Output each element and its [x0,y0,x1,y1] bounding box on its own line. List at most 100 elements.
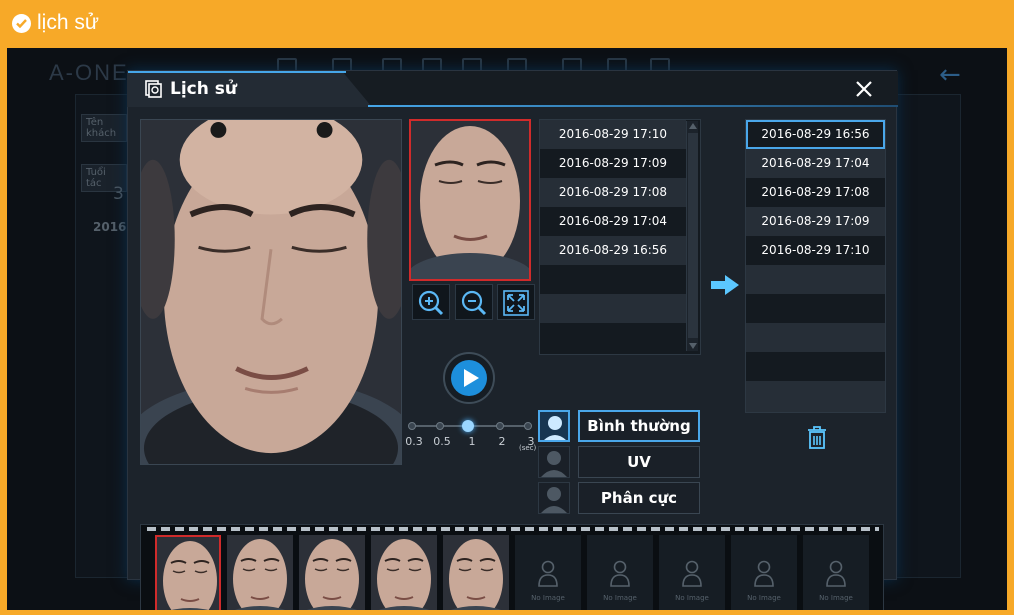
history-dialog: Lịch sử 0.3 0.5 1 2 3 (sec) 2016-08-29 1… [127,70,898,610]
speed-label: 0.3 [405,435,423,448]
zoom-in-icon [418,290,444,316]
list-item [746,381,885,412]
person-icon [541,487,567,513]
check-circle-icon [12,14,31,33]
play-icon [451,360,487,396]
app-logo: A-ONE [49,60,129,85]
list-item [746,323,885,352]
close-icon[interactable] [852,77,876,101]
speed-dot [408,422,416,430]
trash-icon[interactable] [806,426,828,450]
list-item [540,323,686,352]
filmstrip: No Image No Image No Image No Image No Image [140,524,884,610]
no-image-label: No Image [603,594,637,602]
speed-label: 1 [468,435,476,448]
speed-label: 0.5 [433,435,451,448]
frame-face-image [443,535,509,610]
speed-dot [524,422,532,430]
frame-face-image [371,535,437,610]
banner-title: lịch sử [37,11,99,34]
speed-label: 2 [498,435,506,448]
list-scrollbar[interactable] [686,121,698,351]
uv-mode-button[interactable]: UV [578,446,700,478]
age-value: 3 [113,184,124,204]
uv-mode-avatar[interactable] [538,446,570,478]
dialog-title-tab [127,71,372,107]
list-item[interactable]: 2016-08-29 17:04 [540,207,686,236]
no-image-person-icon [826,560,846,587]
no-image-person-icon [610,560,630,587]
empty-film-frame[interactable]: No Image [731,535,797,610]
normal-mode-button[interactable]: Bình thường [578,410,700,442]
list-item-selected[interactable]: 2016-08-29 16:56 [746,120,885,149]
list-item[interactable]: 2016-08-29 17:09 [540,149,686,178]
speed-dot [496,422,504,430]
empty-film-frame[interactable]: No Image [659,535,725,610]
scroll-thumb[interactable] [688,133,698,338]
title-banner: lịch sử [0,0,1014,48]
thumbnail-face-image [411,121,529,279]
frame-face-image [299,535,365,610]
source-date-list[interactable]: 2016-08-29 17:10 2016-08-29 17:09 2016-0… [539,119,701,355]
list-item [746,294,885,323]
list-item [746,352,885,381]
selected-thumbnail[interactable] [409,119,531,281]
list-item[interactable]: 2016-08-29 16:56 [540,236,686,265]
film-frame[interactable] [155,535,221,610]
dialog-header: Lịch sử [127,71,898,107]
frame-face-image [157,537,219,610]
dialog-title: Lịch sử [170,79,237,99]
speed-unit: (sec) [519,444,537,452]
history-icon [145,80,162,98]
speed-knob[interactable] [462,420,474,432]
no-image-label: No Image [747,594,781,602]
zoom-out-icon [461,290,487,316]
empty-film-frame[interactable]: No Image [803,535,869,610]
speed-slider[interactable] [408,420,532,432]
empty-film-frame[interactable]: No Image [515,535,581,610]
fit-screen-button[interactable] [497,284,535,320]
film-frame[interactable] [299,535,365,610]
film-frame[interactable] [443,535,509,610]
expand-icon [503,290,529,316]
no-image-person-icon [682,560,702,587]
list-item [746,265,885,294]
main-photo[interactable] [140,119,402,465]
no-image-label: No Image [819,594,853,602]
list-item[interactable]: 2016-08-29 17:08 [746,178,885,207]
list-item [540,265,686,294]
compare-date-list[interactable]: 2016-08-29 16:56 2016-08-29 17:04 2016-0… [745,119,886,413]
list-item[interactable]: 2016-08-29 17:04 [746,149,885,178]
list-item[interactable]: 2016-08-29 17:10 [746,236,885,265]
film-frame[interactable] [371,535,437,610]
no-image-label: No Image [675,594,709,602]
polarized-mode-avatar[interactable] [538,482,570,514]
speed-dot [436,422,444,430]
no-image-person-icon [754,560,774,587]
list-item[interactable]: 2016-08-29 17:10 [540,120,686,149]
scroll-up-icon[interactable] [689,123,697,129]
list-item [540,294,686,323]
face-image [141,120,401,464]
play-button[interactable] [443,352,495,404]
title-accent-line [128,71,346,73]
customer-name-label: Tên khách [81,114,127,142]
film-perforation [147,527,879,531]
normal-mode-avatar[interactable] [538,410,570,442]
transfer-arrow-icon[interactable] [710,274,740,296]
person-icon [541,451,567,477]
zoom-out-button[interactable] [455,284,493,320]
list-item[interactable]: 2016-08-29 17:09 [746,207,885,236]
film-frame[interactable] [227,535,293,610]
person-icon [544,416,566,440]
app-screen: A-ONE ← Tên khách Tuổi tác 3 2016 Lịch s… [7,48,1007,610]
scroll-down-icon[interactable] [689,343,697,349]
empty-film-frame[interactable]: No Image [587,535,653,610]
zoom-in-button[interactable] [412,284,450,320]
polarized-mode-button[interactable]: Phân cực [578,482,700,514]
no-image-label: No Image [531,594,565,602]
back-arrow-icon[interactable]: ← [939,60,961,90]
background-date: 2016 [93,220,127,234]
list-item[interactable]: 2016-08-29 17:08 [540,178,686,207]
header-accent-line [368,105,898,107]
